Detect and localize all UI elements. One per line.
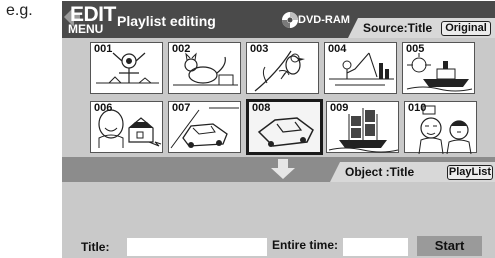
object-label: Object :Title — [345, 165, 415, 179]
title-field[interactable] — [127, 238, 267, 256]
thumbnail-number: 007 — [172, 102, 191, 114]
thumbnail-003[interactable]: 003 — [246, 42, 319, 94]
thumbnail-number: 008 — [252, 102, 271, 114]
thumbnail-grid: 001 002 003 004 005 006 007 008 009 010 — [62, 38, 495, 157]
thumbnail-number: 004 — [328, 43, 347, 55]
thumbnail-010[interactable]: 010 — [404, 101, 477, 154]
thumbnail-number: 005 — [406, 43, 425, 55]
title-label: Title: — [81, 240, 110, 254]
thumbnail-number: 001 — [94, 43, 113, 55]
entire-time-label: Entire time: — [272, 238, 339, 252]
object-tab: Object :Title PlayList — [330, 162, 495, 182]
playlist-button[interactable]: PlayList — [447, 165, 493, 180]
source-label: Source:Title — [363, 21, 433, 35]
playlist-edit-screen: EDIT MENU Playlist editing DVD-RAM Sourc… — [62, 1, 495, 258]
thumbnail-002[interactable]: 002 — [168, 42, 241, 94]
thumbnail-009[interactable]: 009 — [326, 101, 399, 153]
start-button[interactable]: Start — [417, 236, 482, 256]
thumbnail-005[interactable]: 005 — [402, 42, 475, 94]
thumbnail-007[interactable]: 007 — [168, 101, 241, 153]
edit-menu-logo[interactable]: EDIT MENU — [64, 3, 116, 37]
header-bar: EDIT MENU Playlist editing DVD-RAM Sourc… — [62, 1, 495, 38]
source-tab: Source:Title Original — [348, 18, 495, 38]
menu-label: MENU — [68, 22, 104, 36]
thumbnail-number: 006 — [94, 102, 113, 114]
thumbnail-number: 009 — [330, 102, 349, 114]
thumbnail-008[interactable]: 008 — [246, 99, 323, 155]
thumbnail-number: 003 — [250, 43, 269, 55]
example-label: e.g. — [6, 2, 33, 19]
disc-icon — [282, 12, 298, 28]
original-button[interactable]: Original — [441, 21, 491, 36]
disc-type-label: DVD-RAM — [298, 14, 350, 26]
thumbnail-004[interactable]: 004 — [324, 42, 397, 94]
thumbnail-006[interactable]: 006 — [90, 101, 163, 153]
thumbnail-001[interactable]: 001 — [90, 42, 163, 94]
arrow-down-icon — [271, 159, 295, 179]
entire-time-field[interactable] — [343, 238, 408, 256]
thumbnail-number: 002 — [172, 43, 191, 55]
thumbnail-number: 010 — [408, 102, 427, 114]
page-title: Playlist editing — [117, 13, 216, 29]
